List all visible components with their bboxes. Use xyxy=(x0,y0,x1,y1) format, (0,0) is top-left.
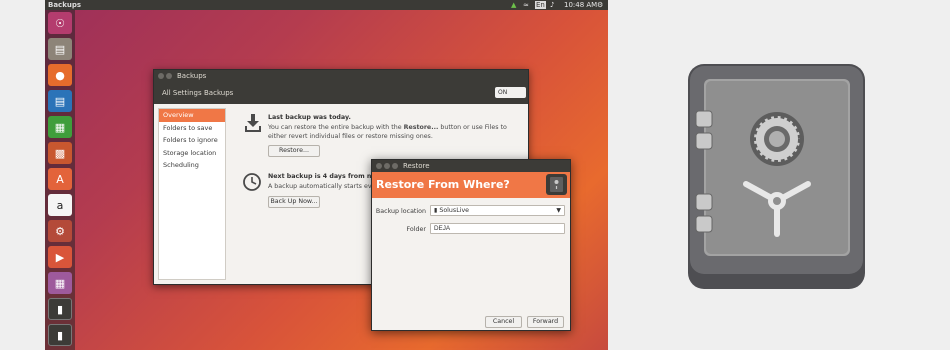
volume-icon[interactable]: ♪ xyxy=(550,1,554,9)
breadcrumb-all-settings[interactable]: All Settings xyxy=(162,89,202,97)
backup-location-label: Backup location xyxy=(375,208,426,215)
top-panel: Backups ▲ ≈ En ♪ 10:48 AM ⚙ xyxy=(45,0,608,10)
files-icon[interactable]: ▤ xyxy=(48,38,72,60)
last-backup-text-line1: You can restore the entire backup with t… xyxy=(268,124,507,131)
backups-titlebar: Backups xyxy=(154,70,528,82)
deja-dup-safe-icon xyxy=(688,64,865,289)
ubuntu-logo-icon[interactable]: ☉ xyxy=(48,12,72,34)
settings-header: All Settings Backups ON xyxy=(154,82,528,104)
forward-button[interactable]: Forward xyxy=(527,316,564,328)
window-title: Backups xyxy=(177,72,207,80)
minimize-window-button[interactable] xyxy=(384,163,390,169)
network-tray-icon[interactable]: ▲ xyxy=(511,1,516,9)
chevron-down-icon: ▼ xyxy=(556,207,561,214)
keyboard-layout-indicator[interactable]: En xyxy=(535,1,546,9)
sidebar-item-folders-to-ignore[interactable]: Folders to ignore xyxy=(159,134,225,147)
close-window-button[interactable] xyxy=(158,73,164,79)
last-backup-title: Last backup was today. xyxy=(268,114,351,121)
firefox-icon[interactable]: ● xyxy=(48,64,72,86)
close-window-button[interactable] xyxy=(376,163,382,169)
gear-icon[interactable]: ⚙ xyxy=(597,1,603,9)
restore-header: Restore From Where? xyxy=(372,172,570,198)
backup-location-value: SolusLive xyxy=(439,207,470,214)
calc-icon[interactable]: ▦ xyxy=(48,116,72,138)
folder-input[interactable] xyxy=(430,223,565,234)
restore-button[interactable]: Restore... xyxy=(268,145,320,157)
sidebar-item-storage-location[interactable]: Storage location xyxy=(159,147,225,160)
clock-icon xyxy=(243,173,261,191)
backups-sidebar: Overview Folders to save Folders to igno… xyxy=(158,108,226,280)
composite-image: Backups ▲ ≈ En ♪ 10:48 AM ⚙ ☉ ▤ ● ▤ ▦ ▩ … xyxy=(0,0,950,350)
backup-location-select[interactable]: ▮ SolusLive ▼ xyxy=(430,205,565,216)
backups-enable-switch[interactable]: ON xyxy=(495,87,526,98)
launcher-bar: ☉ ▤ ● ▤ ▦ ▩ A a ⚙ ▶ ▦ ▮ ▮ xyxy=(45,10,75,350)
sidebar-item-scheduling[interactable]: Scheduling xyxy=(159,159,225,172)
sidebar-item-folders-to-save[interactable]: Folders to save xyxy=(159,122,225,135)
download-icon xyxy=(245,114,261,132)
sidebar-item-overview[interactable]: Overview xyxy=(159,109,225,122)
maximize-window-button[interactable] xyxy=(392,163,398,169)
restore-heading: Restore From Where? xyxy=(376,178,510,191)
restore-dialog: Restore Restore From Where? Backup locat… xyxy=(371,159,571,331)
writer-icon[interactable]: ▤ xyxy=(48,90,72,112)
usb-drive-icon[interactable]: ▮ xyxy=(48,324,72,346)
clock[interactable]: 10:48 AM xyxy=(564,1,597,9)
usb-drive-icon[interactable]: ▮ xyxy=(48,298,72,320)
back-up-now-button[interactable]: Back Up Now... xyxy=(268,196,320,208)
last-backup-text-line2: either revert individual files or restor… xyxy=(268,133,433,140)
next-backup-text: A backup automatically starts every xyxy=(268,183,382,190)
desktop-screenshot: Backups ▲ ≈ En ♪ 10:48 AM ⚙ ☉ ▤ ● ▤ ▦ ▩ … xyxy=(45,0,608,350)
settings-icon[interactable]: ⚙ xyxy=(48,220,72,242)
workspace-switcher-icon[interactable]: ▦ xyxy=(48,272,72,294)
drive-icon: ▮ xyxy=(434,207,438,214)
cancel-button[interactable]: Cancel xyxy=(485,316,522,328)
amazon-icon[interactable]: a xyxy=(48,194,72,216)
dialog-title: Restore xyxy=(403,162,430,170)
videos-icon[interactable]: ▶ xyxy=(48,246,72,268)
safe-icon xyxy=(546,174,567,195)
minimize-window-button[interactable] xyxy=(166,73,172,79)
next-backup-title: Next backup is 4 days from now. xyxy=(268,173,384,180)
folder-label: Folder xyxy=(406,226,426,233)
impress-icon[interactable]: ▩ xyxy=(48,142,72,164)
restore-titlebar: Restore xyxy=(372,160,570,172)
software-center-icon[interactable]: A xyxy=(48,168,72,190)
breadcrumb-backups[interactable]: Backups xyxy=(204,89,233,97)
wifi-icon[interactable]: ≈ xyxy=(523,1,529,9)
active-app-title: Backups xyxy=(48,1,82,9)
switch-label: ON xyxy=(498,89,508,96)
